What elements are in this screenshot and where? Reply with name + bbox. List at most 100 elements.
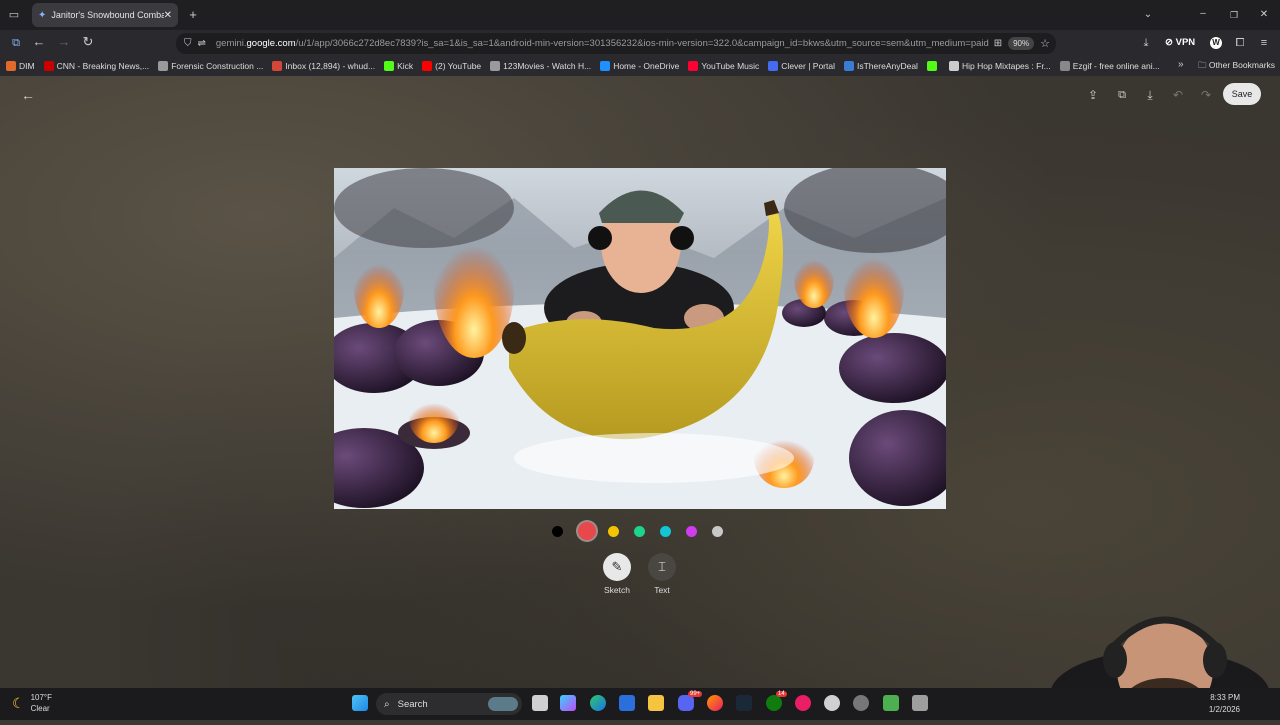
tab-actions-icon[interactable]: ▭	[6, 8, 22, 22]
edge-icon[interactable]	[590, 695, 606, 711]
save-button[interactable]: Save	[1223, 83, 1261, 105]
color-swatch[interactable]	[552, 525, 563, 537]
sketch-label: Sketch	[604, 585, 630, 595]
bookmark-item[interactable]: Kick	[384, 61, 413, 71]
obs-icon[interactable]	[853, 695, 869, 711]
download-image-icon[interactable]: ⤓	[1142, 88, 1158, 102]
copilot-icon[interactable]	[560, 695, 576, 711]
edited-image[interactable]	[334, 168, 946, 509]
bookmark-item[interactable]: CNN - Breaking News,...	[43, 61, 149, 71]
share-icon[interactable]: ⇪	[1085, 88, 1101, 102]
firefox-icon[interactable]	[707, 695, 723, 711]
image-canvas	[334, 168, 946, 509]
moon-icon: ☾	[12, 694, 25, 711]
tab-bar: ▭ ✦ Janitor's Snowbound Combat S ✕ + ⌄ –…	[0, 0, 1280, 30]
bookmark-item[interactable]	[926, 61, 940, 71]
bookmark-label: Hip Hop Mixtapes : Fr...	[961, 61, 1051, 71]
steam-icon[interactable]	[736, 695, 752, 711]
color-swatch[interactable]	[634, 525, 645, 537]
weather-widget[interactable]: ☾ 107°F Clear	[12, 692, 52, 714]
bookmark-item[interactable]: Inbox (12,894) - whud...	[272, 61, 375, 71]
task-view-icon[interactable]	[532, 695, 548, 711]
back-icon[interactable]: ←	[31, 35, 47, 49]
bookmark-label: Ezgif - free online ani...	[1072, 61, 1160, 71]
gemini-favicon-icon: ✦	[38, 9, 47, 21]
bookmark-label: YouTube Music	[701, 61, 760, 71]
copy-icon[interactable]: ⧉	[1114, 88, 1130, 102]
shield-icon[interactable]: ⛉	[184, 38, 192, 49]
bookmark-label: Home - OneDrive	[613, 61, 680, 71]
settings-gear-icon[interactable]	[824, 695, 840, 711]
download-icon[interactable]: ⤓	[1138, 36, 1154, 50]
bookmark-label: Inbox (12,894) - whud...	[285, 61, 376, 71]
bookmark-item[interactable]: (2) YouTube	[422, 61, 481, 71]
color-swatch[interactable]	[660, 525, 671, 537]
address-bar[interactable]: ⛉ ⇌ gemini.google.com/u/1/app/3066c272d8…	[176, 33, 1056, 54]
bookmark-item[interactable]: Home - OneDrive	[600, 61, 679, 71]
bookmark-favicon-icon	[600, 61, 611, 71]
discord-icon[interactable]	[678, 695, 694, 711]
bookmark-favicon-icon	[1059, 61, 1070, 71]
color-swatch[interactable]	[686, 525, 697, 537]
bookmark-item[interactable]: Forensic Construction ...	[158, 61, 263, 71]
bookmarks-overflow-icon[interactable]: »	[1178, 59, 1184, 70]
site-settings-icon[interactable]: ⇌	[198, 38, 206, 49]
store-icon[interactable]	[619, 695, 635, 711]
forward-icon[interactable]: →	[56, 35, 72, 49]
sketch-tool[interactable]: ✎ Sketch	[602, 553, 632, 595]
profile-w-icon[interactable]: W	[1210, 37, 1222, 49]
zoom-badge[interactable]: 90%	[1008, 37, 1035, 50]
media-player-icon[interactable]	[795, 695, 811, 711]
bookmark-favicon-icon	[384, 61, 395, 71]
minimize-icon[interactable]: –	[1195, 7, 1211, 21]
bookmark-favicon-icon	[422, 61, 433, 71]
clock-date: 1/2/2026	[1208, 705, 1240, 714]
new-tab-icon[interactable]: +	[185, 8, 201, 22]
vpn-icon: ⊘	[1165, 37, 1173, 48]
bookmark-item[interactable]: DIM	[6, 61, 35, 71]
undo-icon[interactable]: ↶	[1170, 88, 1186, 102]
sidebar-toggle-icon[interactable]: ⧉	[8, 36, 24, 50]
redo-icon[interactable]: ↷	[1198, 88, 1214, 102]
bookmark-item[interactable]: Ezgif - free online ani...	[1059, 61, 1160, 71]
bookmark-favicon-icon	[926, 61, 937, 71]
extensions-icon[interactable]: ⧠	[1232, 36, 1248, 50]
tab-search-chevron-icon[interactable]: ⌄	[1140, 8, 1156, 22]
bookmark-favicon-icon	[43, 61, 54, 71]
bookmark-item[interactable]: Hip Hop Mixtapes : Fr...	[948, 61, 1051, 71]
search-box[interactable]: ⌕ Search	[376, 693, 522, 715]
clock-time: 8:33 PM	[1210, 693, 1240, 702]
discord-badge: 99+	[688, 691, 703, 697]
snipping-tool-icon[interactable]	[912, 695, 928, 711]
url-text[interactable]: gemini.google.com/u/1/app/3066c272d8ec78…	[216, 38, 994, 49]
nvidia-icon[interactable]	[883, 695, 899, 711]
bookmark-item[interactable]: 123Movies - Watch H...	[490, 61, 591, 71]
bookmark-item[interactable]: Clever | Portal	[768, 61, 835, 71]
file-explorer-icon[interactable]	[648, 695, 664, 711]
close-window-icon[interactable]: ✕	[1256, 8, 1272, 22]
bookmark-favicon-icon	[688, 61, 699, 71]
close-tab-icon[interactable]: ✕	[164, 10, 172, 21]
reload-icon[interactable]: ↻	[80, 35, 96, 49]
text-tool[interactable]: ⌶ Text	[647, 553, 677, 595]
back-arrow-icon[interactable]: ←	[20, 88, 36, 102]
url-path: /u/1/app/3066c272d8ec7839?is_sa=1&is_sa=…	[295, 38, 989, 49]
bookmark-item[interactable]: YouTube Music	[688, 61, 759, 71]
bookmark-star-icon[interactable]: ☆	[1040, 37, 1050, 50]
tab-active[interactable]: ✦ Janitor's Snowbound Combat S ✕	[32, 3, 178, 27]
tab-title: Janitor's Snowbound Combat S	[51, 10, 163, 20]
menu-icon[interactable]: ≡	[1256, 36, 1272, 50]
bookmark-favicon-icon	[6, 61, 16, 71]
color-swatch[interactable]	[578, 522, 596, 540]
bookmark-item[interactable]: IsThereAnyDeal	[844, 61, 918, 71]
color-swatch[interactable]	[712, 525, 723, 537]
start-icon[interactable]	[352, 695, 368, 711]
xbox-icon[interactable]	[766, 695, 782, 711]
restore-icon[interactable]: ❐	[1226, 8, 1242, 22]
install-app-icon[interactable]: ⊞	[994, 38, 1002, 49]
vpn-button[interactable]: ⊘ VPN	[1165, 37, 1195, 48]
clock[interactable]: 8:33 PM 1/2/2026	[1209, 692, 1240, 716]
color-swatch[interactable]	[608, 525, 619, 537]
other-bookmarks[interactable]: 🗀 Other Bookmarks	[1198, 60, 1275, 74]
bookmark-label: DIM	[19, 61, 35, 71]
